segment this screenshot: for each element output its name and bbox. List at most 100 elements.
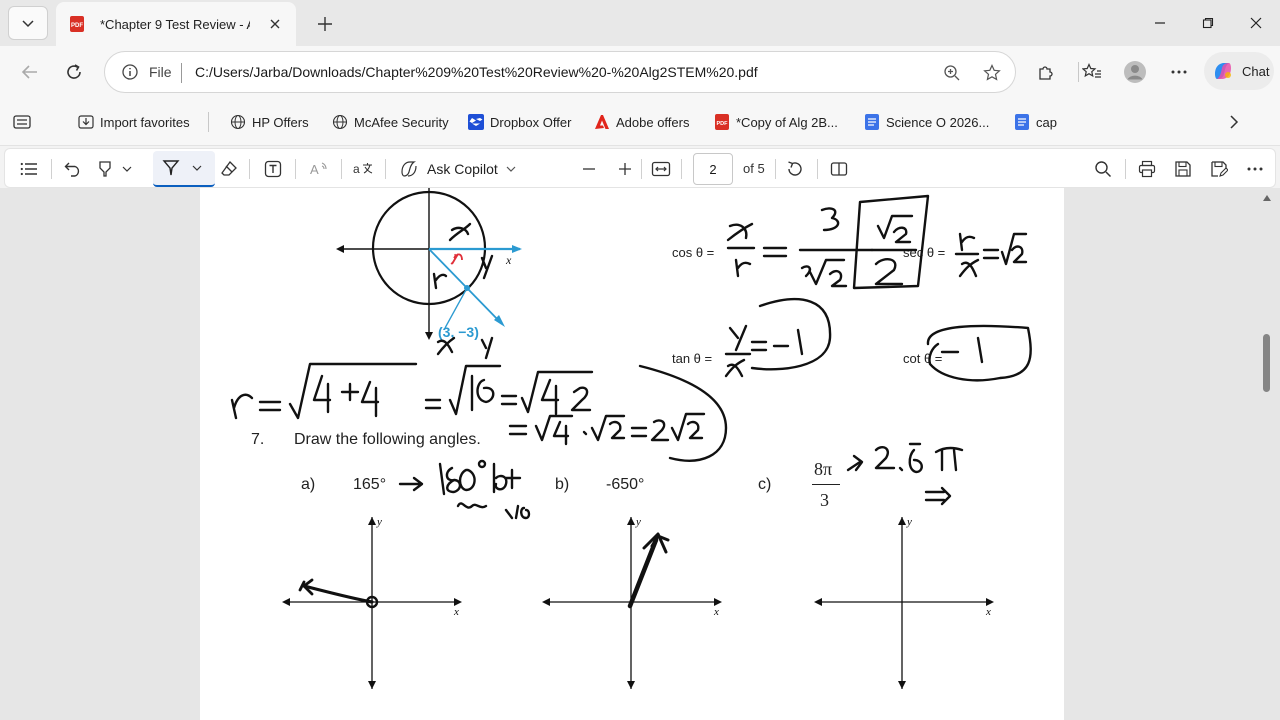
ink-stroke — [570, 386, 592, 412]
ink-stroke — [480, 254, 494, 280]
favorite-item[interactable]: Import favorites — [78, 110, 190, 134]
save-icon — [1175, 161, 1191, 177]
list-icon — [20, 162, 37, 176]
settings-more-button[interactable] — [1165, 58, 1193, 86]
copilot-chat-button[interactable]: Chat — [1204, 52, 1274, 90]
ink-stroke — [670, 412, 706, 442]
profile-button[interactable] — [1121, 58, 1149, 86]
tab-list-icon — [13, 115, 31, 129]
title-bar: PDF *Chapter 9 Test Review - Alg2 — [0, 0, 1280, 46]
draw-options-button[interactable] — [187, 154, 207, 182]
browser-tab[interactable]: PDF *Chapter 9 Test Review - Alg2 — [56, 2, 296, 46]
globe-icon — [230, 114, 246, 130]
docs-icon — [865, 114, 879, 130]
dropbox-icon — [468, 114, 484, 130]
page-view-button[interactable] — [825, 155, 853, 183]
translate-icon: a — [353, 162, 373, 176]
tab-close-button[interactable] — [266, 15, 284, 33]
restore-icon — [1202, 17, 1214, 29]
scrollbar-thumb[interactable] — [1263, 334, 1270, 392]
close-window-button[interactable] — [1232, 0, 1280, 46]
text-box-icon — [264, 160, 282, 178]
address-separator — [181, 63, 182, 83]
undo-button[interactable] — [59, 155, 87, 183]
draw-button[interactable] — [157, 154, 185, 182]
ink-stroke — [448, 222, 472, 242]
zoom-button[interactable] — [941, 62, 963, 84]
pdf-toolbar: A a Ask Copilot 2 of 5 — [4, 148, 1276, 188]
save-as-button[interactable] — [1205, 155, 1233, 183]
page-view-icon — [830, 162, 848, 176]
tab-actions-menu-button[interactable] — [8, 6, 48, 40]
tab-actions-button[interactable] — [8, 108, 36, 136]
fit-width-icon — [651, 161, 671, 177]
highlighter-icon — [99, 161, 111, 177]
minus-icon — [583, 168, 595, 170]
site-info[interactable]: File — [121, 63, 172, 81]
pdf-viewer[interactable]: cos θ = sec θ = tan θ = cot θ = 7. Draw … — [0, 188, 1280, 720]
adobe-icon — [595, 115, 609, 129]
extensions-button[interactable] — [1032, 58, 1060, 86]
ink-stroke — [458, 468, 476, 492]
favorite-item[interactable]: McAfee Security — [332, 110, 449, 134]
refresh-button[interactable] — [60, 58, 88, 86]
ink-stroke — [750, 340, 768, 352]
find-button[interactable] — [1089, 155, 1117, 183]
ask-copilot-button[interactable]: Ask Copilot — [399, 155, 516, 183]
more-options-button[interactable] — [1241, 155, 1269, 183]
translate-button[interactable]: a — [349, 155, 377, 183]
restore-button[interactable] — [1184, 0, 1232, 46]
rotate-button[interactable] — [781, 155, 809, 183]
undo-icon — [64, 162, 80, 177]
new-tab-button[interactable] — [312, 11, 338, 37]
add-text-button[interactable] — [259, 155, 287, 183]
minimize-icon — [1155, 22, 1165, 24]
favorite-item[interactable]: HP Offers — [230, 110, 309, 134]
toolbar-divider — [341, 159, 342, 179]
ink-stroke — [492, 462, 522, 494]
highlight-button[interactable] — [91, 155, 119, 183]
ink-stroke — [800, 258, 848, 288]
ink-stroke — [477, 459, 487, 469]
ink-stroke — [480, 336, 494, 360]
minimize-button[interactable] — [1136, 0, 1184, 46]
url-text[interactable]: C:/Users/Jarba/Downloads/Chapter%209%20T… — [195, 64, 758, 80]
favorite-item[interactable]: Adobe offers — [594, 110, 689, 134]
ink-stroke — [456, 502, 488, 509]
fit-to-width-button[interactable] — [647, 155, 675, 183]
favorite-item[interactable]: PDF *Copy of Alg 2B... — [714, 110, 838, 134]
favorite-item[interactable]: Science O 2026... — [864, 110, 989, 134]
chevron-down-icon — [22, 20, 34, 28]
favorite-star-button[interactable] — [981, 62, 1003, 84]
erase-button[interactable] — [215, 155, 243, 183]
draw-tool-active[interactable] — [153, 151, 215, 187]
read-aloud-button[interactable]: A — [305, 155, 333, 183]
address-bar[interactable]: File C:/Users/Jarba/Downloads/Chapter%20… — [104, 51, 1016, 93]
ink-stroke — [762, 246, 788, 258]
contents-button[interactable] — [15, 155, 43, 183]
ink-stroke — [398, 476, 424, 492]
favorite-item[interactable]: Dropbox Offer — [468, 110, 571, 134]
chevron-right-icon — [1230, 115, 1239, 129]
zoom-out-button[interactable] — [575, 155, 603, 183]
chevron-down-icon — [122, 166, 132, 172]
back-button[interactable] — [16, 58, 44, 86]
favorites-button[interactable] — [1078, 58, 1106, 86]
favorites-overflow-button[interactable] — [1220, 108, 1248, 136]
page-number-input[interactable]: 2 — [693, 153, 733, 185]
zoom-in-button[interactable] — [611, 155, 639, 183]
save-button[interactable] — [1169, 155, 1197, 183]
highlight-options-button[interactable] — [119, 155, 135, 183]
print-button[interactable] — [1133, 155, 1161, 183]
favorite-label: Dropbox Offer — [490, 114, 572, 130]
scheme-label: File — [149, 64, 172, 80]
favorites-divider — [208, 112, 209, 132]
avatar-icon — [1124, 61, 1146, 83]
globe-icon — [332, 114, 348, 130]
vertical-scrollbar[interactable] — [1260, 188, 1274, 720]
pdf-icon: PDF — [715, 114, 729, 130]
ink-stroke — [638, 364, 728, 462]
toolbar-divider — [51, 159, 52, 179]
ink-stroke — [924, 486, 952, 506]
favorite-item[interactable]: cap — [1014, 110, 1057, 134]
